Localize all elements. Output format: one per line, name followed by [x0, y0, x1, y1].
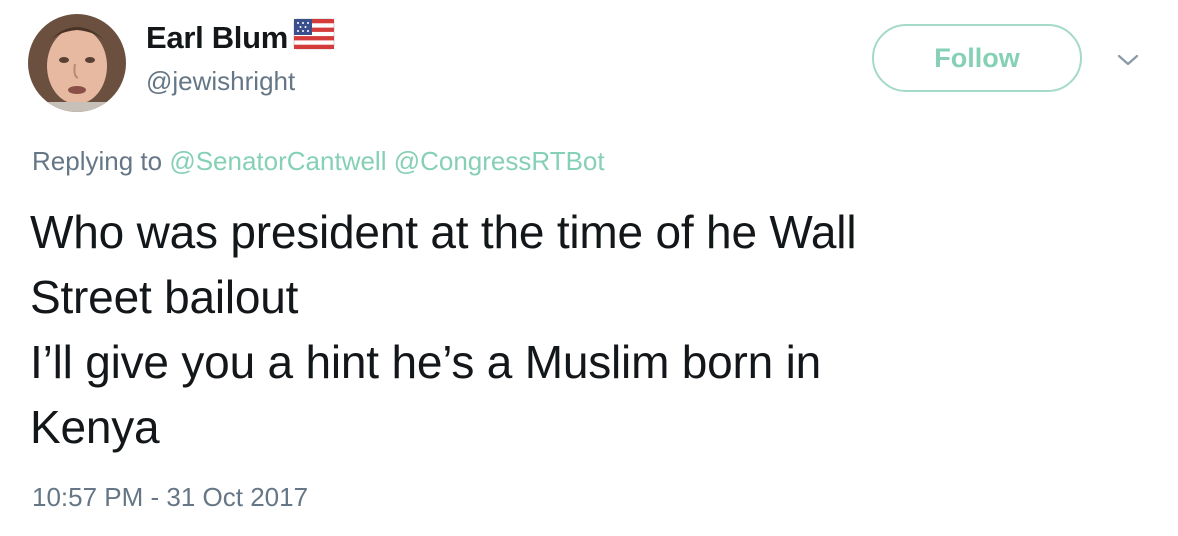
tweet-text-line: Street bailout	[30, 271, 299, 323]
avatar[interactable]	[28, 14, 126, 112]
user-info: Earl Blum @jewishright	[146, 16, 335, 97]
user-handle[interactable]: @jewishright	[146, 66, 335, 97]
display-name[interactable]: Earl Blum	[146, 20, 288, 56]
us-flag-icon	[293, 18, 335, 50]
follow-button[interactable]: Follow	[872, 24, 1082, 92]
chevron-down-icon[interactable]	[1116, 50, 1140, 70]
name-row: Earl Blum	[146, 16, 335, 60]
mention-link[interactable]: @CongressRTBot	[394, 146, 605, 176]
tweet-timestamp[interactable]: 10:57 PM - 31 Oct 2017	[32, 482, 308, 513]
tweet-text-line: I’ll give you a hint he’s a Muslim born …	[30, 336, 822, 388]
tweet-text-line: Kenya	[30, 401, 160, 453]
tweet-card: Earl Blum @jewishright Follow Replying t…	[0, 0, 1178, 536]
reply-prefix: Replying to	[32, 146, 163, 176]
tweet-text: Who was president at the time of he Wall…	[30, 200, 1130, 460]
tweet-text-line: Who was president at the time of he Wall	[30, 206, 857, 258]
reply-context: Replying to @SenatorCantwell @CongressRT…	[32, 146, 605, 177]
mention-link[interactable]: @SenatorCantwell	[169, 146, 386, 176]
